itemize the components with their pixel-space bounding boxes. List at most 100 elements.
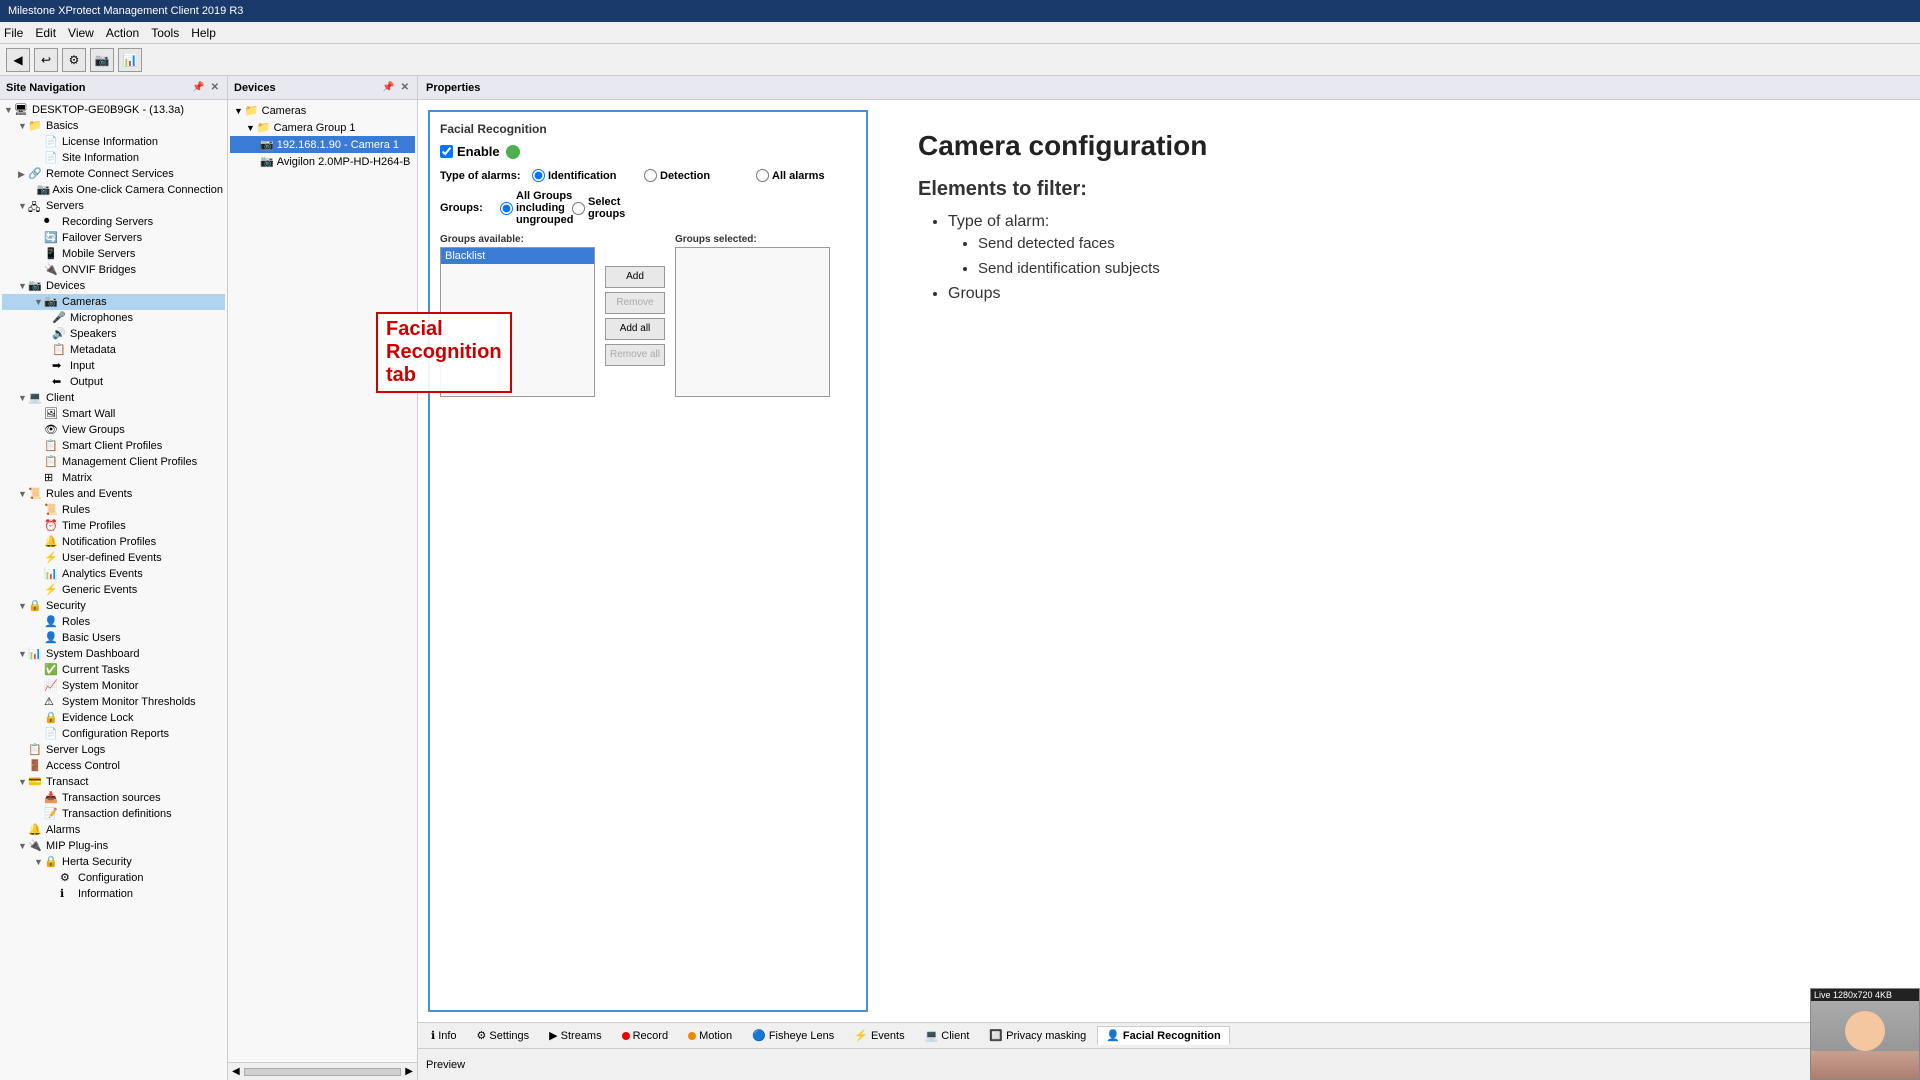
tree-item-metadata[interactable]: 📋 Metadata <box>2 342 225 358</box>
menu-action[interactable]: Action <box>106 26 139 40</box>
tree-item-herta-config[interactable]: ⚙ Configuration <box>2 870 225 886</box>
tree-item-speakers[interactable]: 🔊 Speakers <box>2 326 225 342</box>
alarm-option-detection[interactable]: Detection <box>644 169 744 182</box>
toolbar-btn-5[interactable]: 📊 <box>118 48 142 72</box>
tree-item-matrix[interactable]: ⊞ Matrix <box>2 470 225 486</box>
menu-edit[interactable]: Edit <box>35 26 56 40</box>
groups-available-list[interactable]: Blacklist <box>440 247 595 397</box>
tree-item-mip[interactable]: ▼ 🔌 MIP Plug-ins <box>2 838 225 854</box>
groups-all-option[interactable]: All Groups including ungrouped <box>500 190 560 226</box>
toolbar-btn-3[interactable]: ⚙ <box>62 48 86 72</box>
add-button[interactable]: Add <box>605 266 665 288</box>
tree-item-output[interactable]: ⬅ Output <box>2 374 225 390</box>
tree-item-analytics[interactable]: 📊 Analytics Events <box>2 566 225 582</box>
remove-all-button[interactable]: Remove all <box>605 344 665 366</box>
tree-item-mgmtprofiles[interactable]: 📋 Management Client Profiles <box>2 454 225 470</box>
tree-item-genericevents[interactable]: ⚡ Generic Events <box>2 582 225 598</box>
tree-item-security[interactable]: ▼ 🔒 Security <box>2 598 225 614</box>
tree-item-accesscontrol[interactable]: 🚪 Access Control <box>2 758 225 774</box>
tree-item-mobile[interactable]: 📱 Mobile Servers <box>2 246 225 262</box>
alarm-option-identification[interactable]: Identification <box>532 169 632 182</box>
tab-privacy[interactable]: 🔲 Privacy masking <box>980 1026 1095 1045</box>
devices-pin-btn[interactable]: 📌 <box>380 82 396 93</box>
tree-item-txsources[interactable]: 📥 Transaction sources <box>2 790 225 806</box>
scroll-left-arrow[interactable]: ◀ <box>228 1066 244 1077</box>
tab-record[interactable]: Record <box>613 1027 677 1045</box>
tree-item-tasks[interactable]: ✅ Current Tasks <box>2 662 225 678</box>
groups-selected-list[interactable] <box>675 247 830 397</box>
tree-item-transact[interactable]: ▼ 💳 Transact <box>2 774 225 790</box>
tree-item-basics[interactable]: ▼ 📁 Basics <box>2 118 225 134</box>
devices-camera2[interactable]: 📷 Avigilon 2.0MP-HD-H264-B <box>230 153 415 170</box>
tab-fisheye[interactable]: 🔵 Fisheye Lens <box>743 1026 843 1045</box>
facial-rec-icon: 👤 <box>1106 1029 1120 1042</box>
tree-item-remoteconnect[interactable]: ▶ 🔗 Remote Connect Services <box>2 166 225 182</box>
tree-item-client[interactable]: ▼ 💻 Client <box>2 390 225 406</box>
tree-item-herta-info[interactable]: ℹ Information <box>2 886 225 902</box>
tree-item-axis[interactable]: 📷 Axis One-click Camera Connection <box>2 182 225 198</box>
tree-item-viewgroups[interactable]: 👁 View Groups <box>2 422 225 438</box>
enable-row: Enable <box>440 144 856 159</box>
enable-checkbox[interactable] <box>440 145 453 158</box>
tree-item-serverlogs[interactable]: 📋 Server Logs <box>2 742 225 758</box>
tree-item-timeprofiles[interactable]: ⏰ Time Profiles <box>2 518 225 534</box>
tree-item-txdefs[interactable]: 📝 Transaction definitions <box>2 806 225 822</box>
groups-selected-section: Groups selected: <box>675 234 830 397</box>
tab-settings[interactable]: ⚙ Settings <box>468 1026 539 1045</box>
devices-close-btn[interactable]: ✕ <box>399 82 411 93</box>
menu-tools[interactable]: Tools <box>151 26 179 40</box>
nav-pin-btn[interactable]: 📌 <box>190 82 206 93</box>
devices-cameras-root[interactable]: ▼ 📁 Cameras <box>230 102 415 119</box>
scroll-track[interactable] <box>244 1068 402 1076</box>
group-blacklist-item[interactable]: Blacklist <box>441 248 594 264</box>
tree-item-alarms[interactable]: 🔔 Alarms <box>2 822 225 838</box>
tree-item-configreports[interactable]: 📄 Configuration Reports <box>2 726 225 742</box>
devices-camera1[interactable]: 📷 192.168.1.90 - Camera 1 <box>230 136 415 153</box>
scroll-right-arrow[interactable]: ▶ <box>401 1066 417 1077</box>
devices-camera-group1[interactable]: ▼ 📁 Camera Group 1 <box>230 119 415 136</box>
tree-item-devices[interactable]: ▼ 📷 Devices <box>2 278 225 294</box>
tree-item-smartwall[interactable]: 🖼 Smart Wall <box>2 406 225 422</box>
tab-motion[interactable]: Motion <box>679 1027 741 1045</box>
preview-label: Preview <box>426 1059 465 1071</box>
tree-item-dashboard[interactable]: ▼ 📊 System Dashboard <box>2 646 225 662</box>
menu-file[interactable]: File <box>4 26 23 40</box>
tree-item-server[interactable]: ▼ 🖥 DESKTOP-GE0B9GK - (13.3a) <box>2 102 225 118</box>
tab-facial-recognition[interactable]: 👤 Facial Recognition <box>1097 1026 1230 1045</box>
toolbar-btn-4[interactable]: 📷 <box>90 48 114 72</box>
devices-scrollbar[interactable]: ◀ ▶ <box>228 1062 417 1080</box>
tree-item-sysmonitor[interactable]: 📈 System Monitor <box>2 678 225 694</box>
toolbar-btn-2[interactable]: ↩ <box>34 48 58 72</box>
add-all-button[interactable]: Add all <box>605 318 665 340</box>
tree-item-failover[interactable]: 🔄 Failover Servers <box>2 230 225 246</box>
tree-item-input[interactable]: ➡ Input <box>2 358 225 374</box>
tab-info[interactable]: ℹ Info <box>422 1026 466 1045</box>
tree-item-thresholds[interactable]: ⚠ System Monitor Thresholds <box>2 694 225 710</box>
tree-item-rules[interactable]: 📜 Rules <box>2 502 225 518</box>
tree-item-cameras[interactable]: ▼ 📷 Cameras <box>2 294 225 310</box>
alarm-option-allalarms[interactable]: All alarms <box>756 169 856 182</box>
tab-streams[interactable]: ▶ Streams <box>540 1026 610 1045</box>
tree-item-onvif[interactable]: 🔌 ONVIF Bridges <box>2 262 225 278</box>
tree-item-license[interactable]: 📄 License Information <box>2 134 225 150</box>
tree-item-userevents[interactable]: ⚡ User-defined Events <box>2 550 225 566</box>
nav-close-btn[interactable]: ✕ <box>209 82 221 93</box>
tree-item-smartclient[interactable]: 📋 Smart Client Profiles <box>2 438 225 454</box>
tree-item-herta[interactable]: ▼ 🔒 Herta Security <box>2 854 225 870</box>
tree-item-roles[interactable]: 👤 Roles <box>2 614 225 630</box>
tree-item-basicusers[interactable]: 👤 Basic Users <box>2 630 225 646</box>
menu-view[interactable]: View <box>68 26 94 40</box>
tree-item-notifprofiles[interactable]: 🔔 Notification Profiles <box>2 534 225 550</box>
tree-item-recording[interactable]: ⏺ Recording Servers <box>2 214 225 230</box>
tree-item-siteinfo[interactable]: 📄 Site Information <box>2 150 225 166</box>
toolbar-btn-1[interactable]: ◀ <box>6 48 30 72</box>
tree-item-microphones[interactable]: 🎤 Microphones <box>2 310 225 326</box>
tab-client[interactable]: 💻 Client <box>916 1026 979 1045</box>
remove-button[interactable]: Remove <box>605 292 665 314</box>
menu-help[interactable]: Help <box>191 26 216 40</box>
tree-item-evidencelock[interactable]: 🔒 Evidence Lock <box>2 710 225 726</box>
groups-select-option[interactable]: Select groups <box>572 190 632 226</box>
tab-events[interactable]: ⚡ Events <box>845 1026 913 1045</box>
tree-item-servers[interactable]: ▼ 🖧 Servers <box>2 198 225 214</box>
tree-item-rules-events[interactable]: ▼ 📜 Rules and Events <box>2 486 225 502</box>
